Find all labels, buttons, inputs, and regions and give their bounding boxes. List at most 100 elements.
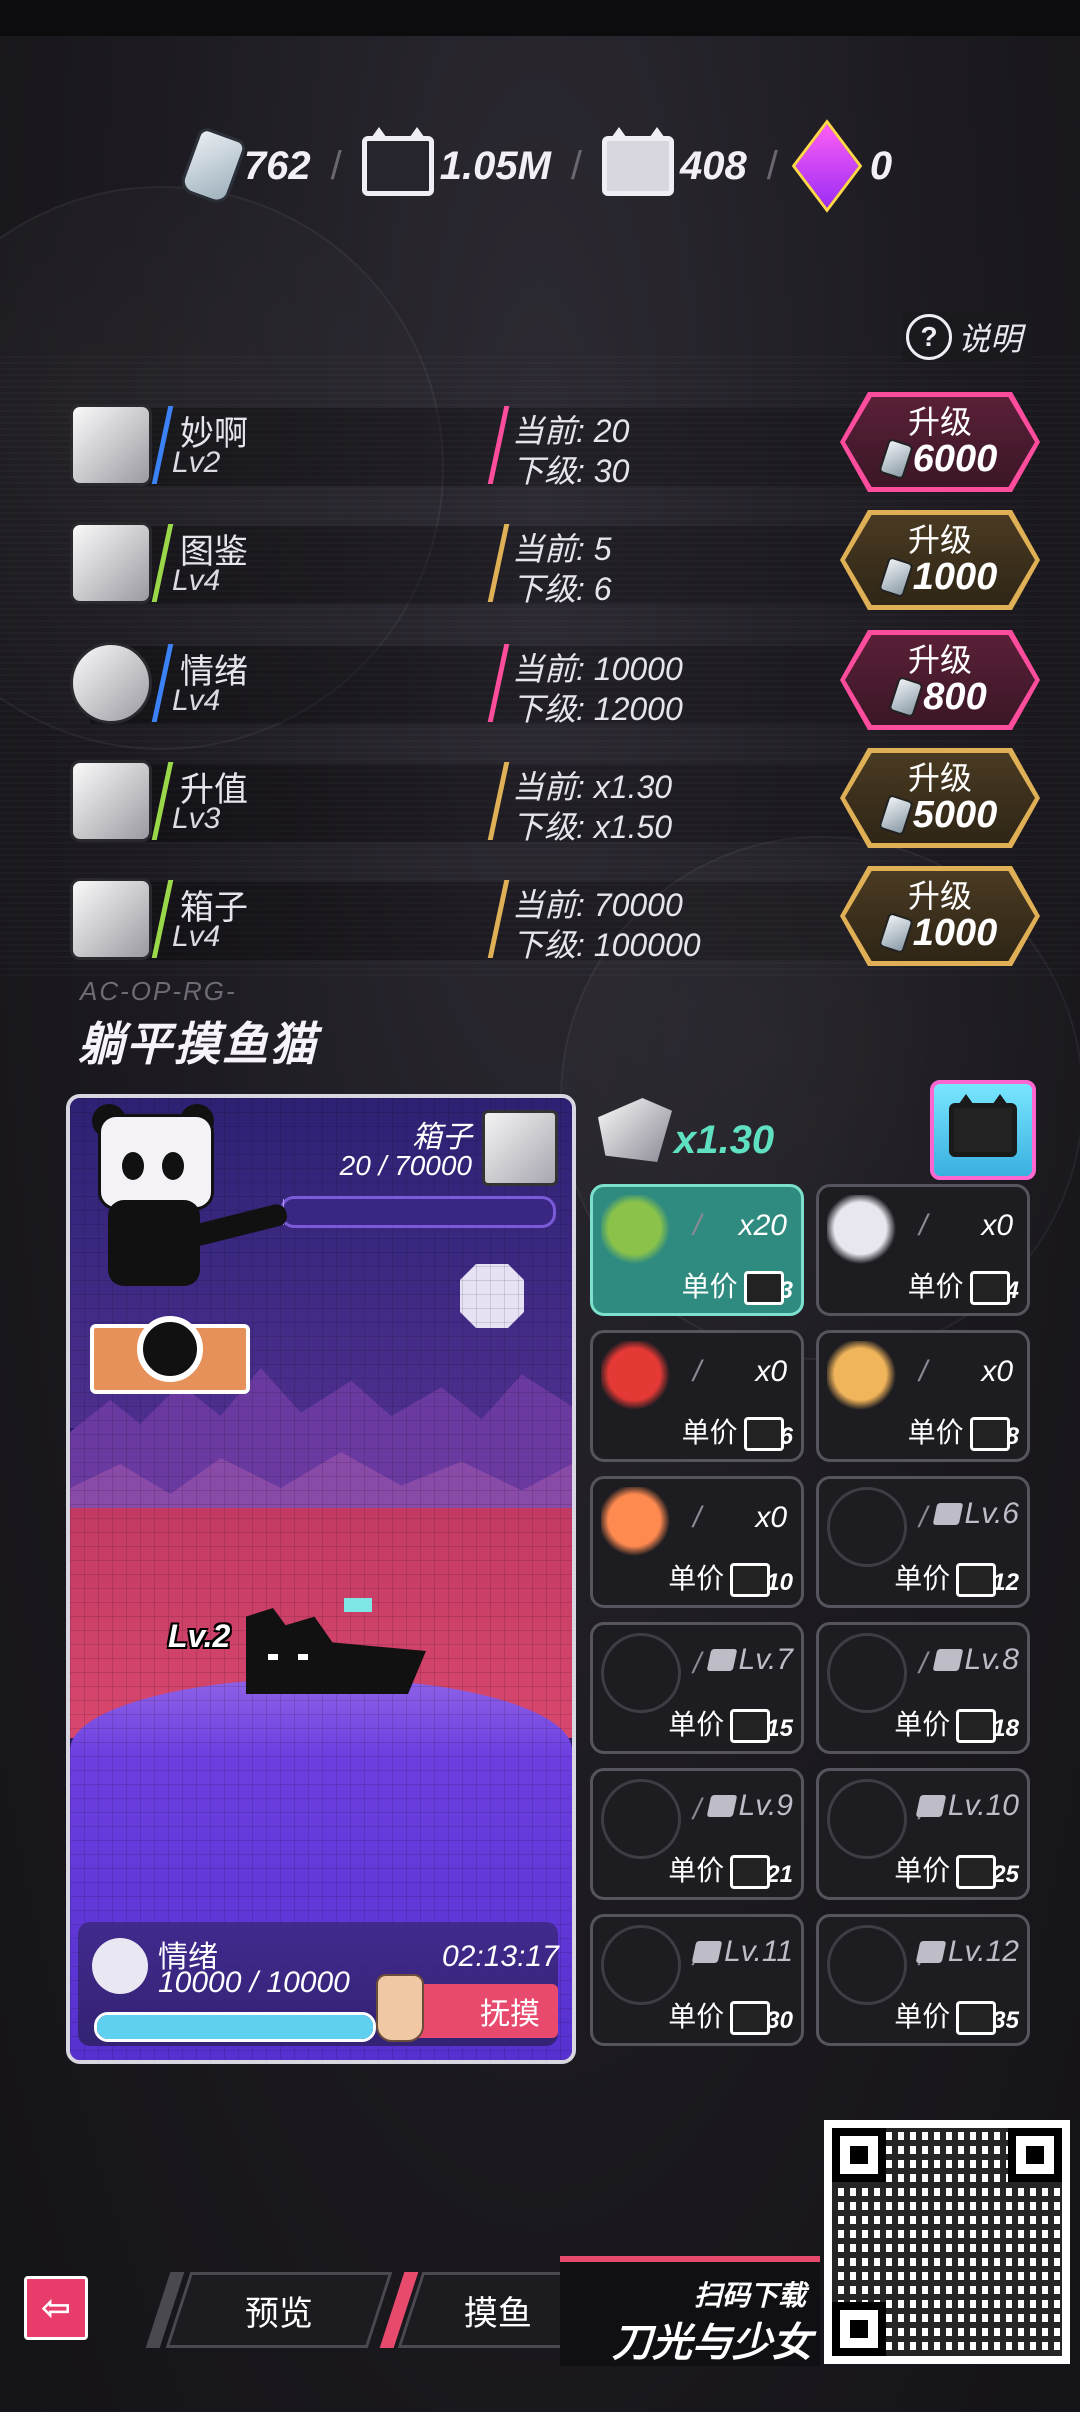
upgrade-row: 妙啊 Lv2 当前: 20 下级: 30 升级 6000 xyxy=(60,392,1050,492)
panda-body xyxy=(108,1200,200,1286)
price-multiplier: x1.30 xyxy=(674,1118,775,1162)
currency-cube-value: 0 xyxy=(869,143,893,188)
game-scene-panel[interactable]: 箱子 20 / 70000 Lv.2 情绪 10000 / 10000 02:1… xyxy=(66,1094,576,2064)
cat-box-icon xyxy=(743,1417,784,1451)
smiley-icon xyxy=(92,1938,148,1994)
panda-head xyxy=(98,1114,214,1210)
item-count: x0 xyxy=(755,1355,787,1388)
upgrade-next: 下级: x1.50 xyxy=(512,809,673,845)
box-count: 20 / 70000 xyxy=(339,1150,472,1181)
ad-game-name: 刀光与少女 xyxy=(612,2321,812,2365)
item-card[interactable]: /Lv.11单价30 xyxy=(590,1914,804,2046)
upgrade-row: 情绪 Lv4 当前: 10000 下级: 12000 升级 800 xyxy=(60,630,1050,730)
item-price: 单价 18 xyxy=(894,1703,1019,1743)
chart-up-icon xyxy=(70,760,152,842)
item-price: 单价 15 xyxy=(668,1703,793,1743)
item-slash: / xyxy=(693,1793,702,1826)
item-price: 单价 6 xyxy=(682,1411,793,1451)
upgrade-next: 下级: 12000 xyxy=(512,691,683,727)
item-count: x20 xyxy=(738,1209,787,1242)
item-unlock-level: Lv.7 xyxy=(706,1643,793,1677)
question-icon: ? xyxy=(906,314,952,360)
apple-core-icon xyxy=(601,1195,675,1269)
item-slash: / xyxy=(693,1209,702,1242)
cat-eye xyxy=(268,1654,278,1660)
qr-finder xyxy=(832,2302,886,2356)
cat-box-icon xyxy=(949,1094,1017,1157)
milk-bottle-icon xyxy=(877,793,914,837)
upgrade-cost: 1000 xyxy=(877,911,997,955)
cat-box-icon xyxy=(956,1709,997,1743)
book-icon xyxy=(932,1503,963,1525)
cat-box-icon xyxy=(730,1563,771,1597)
milk-bottle-icon xyxy=(888,675,925,719)
upgrade-button[interactable]: 升级 5000 xyxy=(840,748,1040,848)
item-price: 单价 12 xyxy=(894,1557,1019,1597)
upgrade-button[interactable]: 升级 6000 xyxy=(840,392,1040,492)
item-card[interactable]: / Lv.6 单价 12 xyxy=(816,1476,1030,1608)
item-card[interactable]: / x0 单价 6 xyxy=(590,1330,804,1462)
item-card[interactable]: /Lv.12单价35 xyxy=(816,1914,1030,2046)
milk-bottle-icon xyxy=(877,437,914,481)
milk-bottle-icon xyxy=(877,911,914,955)
upgrade-cost-value: 1000 xyxy=(912,556,998,598)
upgrade-cost-value: 5000 xyxy=(912,794,998,836)
cat-level: Lv.2 xyxy=(168,1618,231,1654)
download-ad-banner[interactable]: 扫码下载 刀光与少女 xyxy=(560,2256,820,2366)
upgrade-button[interactable]: 升级 1000 xyxy=(840,510,1040,610)
item-card[interactable]: / x0 单价 8 xyxy=(816,1330,1030,1462)
help-button[interactable]: ? 说明 xyxy=(902,312,1030,362)
qr-finder xyxy=(1008,2128,1062,2182)
item-card[interactable]: / Lv.9 单价 21 xyxy=(590,1768,804,1900)
item-card[interactable]: /Lv.10单价25 xyxy=(816,1768,1030,1900)
item-card[interactable]: / Lv.8 单价 18 xyxy=(816,1622,1030,1754)
tab-preview-label: 预览 xyxy=(245,2294,313,2333)
box-progress-bar xyxy=(280,1196,556,1228)
stroke-button[interactable]: 抚摸 xyxy=(376,1974,558,2042)
item-price-value: 18 xyxy=(992,1715,1019,1742)
upgrade-level: Lv2 xyxy=(172,446,221,479)
item-count: x0 xyxy=(755,1501,787,1534)
panda-character[interactable] xyxy=(88,1104,290,1304)
mood-panel: 情绪 10000 / 10000 02:13:17 抚摸 xyxy=(78,1922,559,2046)
item-card[interactable]: / Lv.7 单价 15 xyxy=(590,1622,804,1754)
item-price-label: 单价 xyxy=(907,1271,964,1302)
unicycle-button[interactable] xyxy=(90,1316,250,1394)
upgrade-cost: 1000 xyxy=(877,555,998,599)
black-cat[interactable] xyxy=(246,1598,426,1694)
cat-box-icon xyxy=(969,1417,1010,1451)
upgrade-button[interactable]: 升级 800 xyxy=(840,630,1040,730)
cat-box-icon xyxy=(956,1563,997,1597)
item-slash: / xyxy=(693,1355,702,1388)
item-price-label: 单价 xyxy=(907,1417,964,1448)
item-price-label: 单价 xyxy=(668,2001,725,2032)
item-level-text: Lv.10 xyxy=(947,1789,1019,1822)
cat-tag xyxy=(344,1598,372,1612)
item-price-label: 单价 xyxy=(668,1855,725,1886)
book-icon xyxy=(70,522,152,604)
back-button[interactable]: ⇦ xyxy=(24,2276,88,2340)
item-price: 单价 4 xyxy=(908,1265,1019,1305)
tab-preview[interactable]: 预览 xyxy=(165,2272,393,2348)
item-card[interactable]: / x20 单价 3 xyxy=(590,1184,804,1316)
item-price-label: 单价 xyxy=(894,1709,951,1740)
item-level-text: Lv.6 xyxy=(964,1497,1019,1530)
upgrade-button[interactable]: 升级 1000 xyxy=(840,866,1040,966)
hand-icon xyxy=(376,1974,424,2042)
cat-body xyxy=(246,1608,426,1694)
upgrade-button-label: 升级 xyxy=(907,522,972,558)
mood-value: 10000 / 10000 xyxy=(158,1966,350,1999)
item-card[interactable]: / x0 单价 4 xyxy=(816,1184,1030,1316)
box-icon xyxy=(70,878,152,960)
item-level-text: Lv.11 xyxy=(724,1935,793,1968)
milk-bottle-icon xyxy=(177,125,248,207)
upgrade-button-label: 升级 xyxy=(907,760,972,796)
item-price-label: 单价 xyxy=(681,1417,738,1448)
item-card[interactable]: / x0 单价 10 xyxy=(590,1476,804,1608)
game-subcode: AC-OP-RG- xyxy=(80,976,237,1006)
qr-code[interactable] xyxy=(824,2120,1070,2364)
ad-scan-text: 扫码下载 xyxy=(693,2280,806,2311)
currency-milk-value: 762 xyxy=(243,143,311,188)
panda-eye xyxy=(122,1152,144,1180)
cat-box-button[interactable] xyxy=(930,1080,1036,1180)
